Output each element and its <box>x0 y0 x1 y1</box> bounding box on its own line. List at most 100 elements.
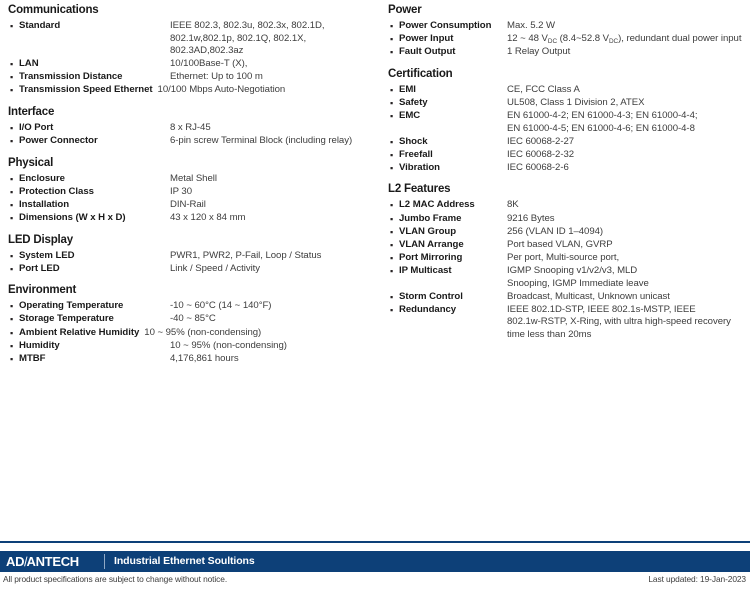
spec-label: Ambient Relative Humidity <box>19 326 140 338</box>
bullet-icon <box>8 84 19 97</box>
spec-label: Standard <box>19 20 61 31</box>
spec-value: Link / Speed / Activity <box>170 263 373 276</box>
spec-value-line: 10 ~ 95% (non-condensing) <box>170 339 287 351</box>
spec-value-line: 8K <box>507 199 519 211</box>
spec-value-line: 802.1w,802.1p, 802.1Q, 802.1X, <box>170 32 307 44</box>
spec-row: Operating Temperature -10 ~ 60°C (14 ~ 14… <box>8 300 373 313</box>
section-title: Physical <box>8 156 54 169</box>
spec-value: 256 (VLAN ID 1–4094) <box>507 226 750 239</box>
spec-label: System LED <box>19 249 75 261</box>
bullet-icon <box>8 58 19 71</box>
spec-row: Enclosure Metal Shell <box>8 173 373 186</box>
spec-label: EMC <box>399 109 421 121</box>
bullet-icon <box>8 250 19 263</box>
spec-section: L2 Features L2 MAC Address 8K Jumbo Frame 92… <box>388 183 750 341</box>
logo-text-after: ANTECH <box>26 554 80 569</box>
bullet-icon <box>388 97 399 110</box>
bullet-icon <box>388 239 399 252</box>
spec-value-line: IEC 60068-2-27 <box>507 135 575 147</box>
bullet-icon <box>8 212 19 225</box>
section-title: Environment <box>8 284 77 297</box>
bullet-icon <box>8 186 19 199</box>
spec-value-line: 6-pin screw Terminal Block (including re… <box>170 135 353 147</box>
spec-value: Broadcast, Multicast, Unknown unicast <box>507 291 750 304</box>
right-spec-column: Power Power Consumption Max. 5.2 W Power In… <box>388 4 750 345</box>
bullet-icon <box>388 304 399 317</box>
spec-value: 10/100 Mbps Auto-Negotiation <box>158 84 373 97</box>
spec-value-line: -10 ~ 60°C (14 ~ 140°F) <box>170 300 272 312</box>
spec-label: Operating Temperature <box>19 300 124 312</box>
spec-value: -40 ~ 85°C <box>170 313 373 326</box>
spec-value-line: 12 ~ 48 VDC (8.4~52.8 VDC), redundant du… <box>507 33 742 46</box>
footer-disclaimer: All product specifications are subject t… <box>3 574 228 584</box>
bullet-icon <box>8 300 19 313</box>
bullet-icon <box>388 149 399 162</box>
spec-value: 12 ~ 48 VDC (8.4~52.8 VDC), redundant du… <box>507 33 750 46</box>
spec-row: EMI CE, FCC Class A <box>388 84 750 97</box>
spec-value: Metal Shell <box>170 173 373 186</box>
footer-bar: AD\ANTECH Industrial Ethernet Soultions <box>0 551 750 572</box>
spec-value-line: 10/100 Mbps Auto-Negotiation <box>157 84 286 96</box>
bullet-icon <box>388 110 399 123</box>
bullet-icon <box>388 20 399 33</box>
spec-value: 10 ~ 95% (non-condensing) <box>144 327 373 340</box>
spec-row: Port Mirroring Per port, Multi-source por… <box>388 252 750 265</box>
spec-row: Shock IEC 60068-2-27 <box>388 136 750 149</box>
spec-row: System LED PWR1, PWR2, P-Fail, Loop / Sta… <box>8 250 373 263</box>
bullet-icon <box>8 135 19 148</box>
spec-value-line: 802.1w-RSTP, X-Ring, with ultra high-spe… <box>507 316 731 328</box>
section-title: Power <box>388 4 422 16</box>
spec-value: UL508, Class 1 Division 2, ATEX <box>507 97 750 110</box>
spec-value-line: 9216 Bytes <box>507 212 555 224</box>
spec-label: Power Input <box>399 33 454 45</box>
spec-value: PWR1, PWR2, P-Fail, Loop / Status <box>170 250 373 263</box>
bullet-icon <box>388 265 399 278</box>
spec-row: Storm Control Broadcast, Multicast, Unkno… <box>388 291 750 304</box>
spec-value-line: Broadcast, Multicast, Unknown unicast <box>507 290 670 302</box>
spec-value-line: UL508, Class 1 Division 2, ATEX <box>507 96 645 108</box>
spec-label: Enclosure <box>19 172 65 184</box>
spec-label: L2 MAC Address <box>399 199 475 211</box>
spec-value: 6-pin screw Terminal Block (including re… <box>170 135 373 148</box>
spec-value-line: Link / Speed / Activity <box>170 262 261 274</box>
bullet-icon <box>8 173 19 186</box>
spec-row: Fault Output 1 Relay Output <box>388 46 750 59</box>
spec-value: 8K <box>507 199 750 212</box>
spec-row: LAN 10/100Base-T (X), <box>8 58 373 71</box>
spec-section: Power Power Consumption Max. 5.2 W Power In… <box>388 4 750 59</box>
spec-value-line: DIN-Rail <box>170 198 206 210</box>
spec-value-line: IEEE 802.3, 802.3u, 802.3x, 802.1D, <box>170 20 325 31</box>
spec-label: VLAN Group <box>399 225 457 237</box>
spec-label: EMI <box>399 83 416 95</box>
spec-value-line: IEC 60068-2-6 <box>507 161 569 173</box>
spec-row: Dimensions (W x H x D) 43 x 120 x 84 mm <box>8 212 373 225</box>
spec-label: LAN <box>19 58 39 70</box>
spec-value-line: IEC 60068-2-32 <box>507 148 575 160</box>
spec-label: Freefall <box>399 148 433 160</box>
spec-row: Protection Class IP 30 <box>8 186 373 199</box>
spec-row: Transmission Distance Ethernet: Up to 100… <box>8 71 373 84</box>
bullet-icon <box>388 291 399 304</box>
spec-row: VLAN Group 256 (VLAN ID 1–4094) <box>388 226 750 239</box>
spec-label: Fault Output <box>399 46 456 58</box>
spec-value-line: 8 x RJ-45 <box>170 122 211 134</box>
spec-value-line: 1 Relay Output <box>507 46 571 58</box>
spec-value-line: Port based VLAN, GVRP <box>507 238 613 250</box>
spec-label: Installation <box>19 198 70 210</box>
spec-value-line: Snooping, IGMP Immediate leave <box>507 277 649 289</box>
spec-value-line: Max. 5.2 W <box>507 20 556 31</box>
logo-divider <box>104 554 105 569</box>
spec-value: IGMP Snooping v1/v2/v3, MLD Snooping, IGM… <box>507 265 750 290</box>
spec-row: Humidity 10 ~ 95% (non-condensing) <box>8 340 373 353</box>
spec-label: Power Connector <box>19 135 98 147</box>
spec-row: Ambient Relative Humidity 10 ~ 95% (non-c… <box>8 327 373 340</box>
spec-value-line: 10 ~ 95% (non-condensing) <box>144 326 262 338</box>
spec-value: EN 61000-4-2; EN 61000-4-3; EN 61000-4-4… <box>507 110 750 135</box>
bullet-icon <box>388 252 399 265</box>
spec-value-line: CE, FCC Class A <box>507 83 580 95</box>
spec-value-line: IEEE 802.1D-STP, IEEE 802.1s-MSTP, IEEE <box>507 303 696 315</box>
spec-value: Max. 5.2 W <box>507 20 750 33</box>
spec-value: Per port, Multi-source port, <box>507 252 750 265</box>
spec-label: MTBF <box>19 352 46 364</box>
spec-value: -10 ~ 60°C (14 ~ 140°F) <box>170 300 373 313</box>
